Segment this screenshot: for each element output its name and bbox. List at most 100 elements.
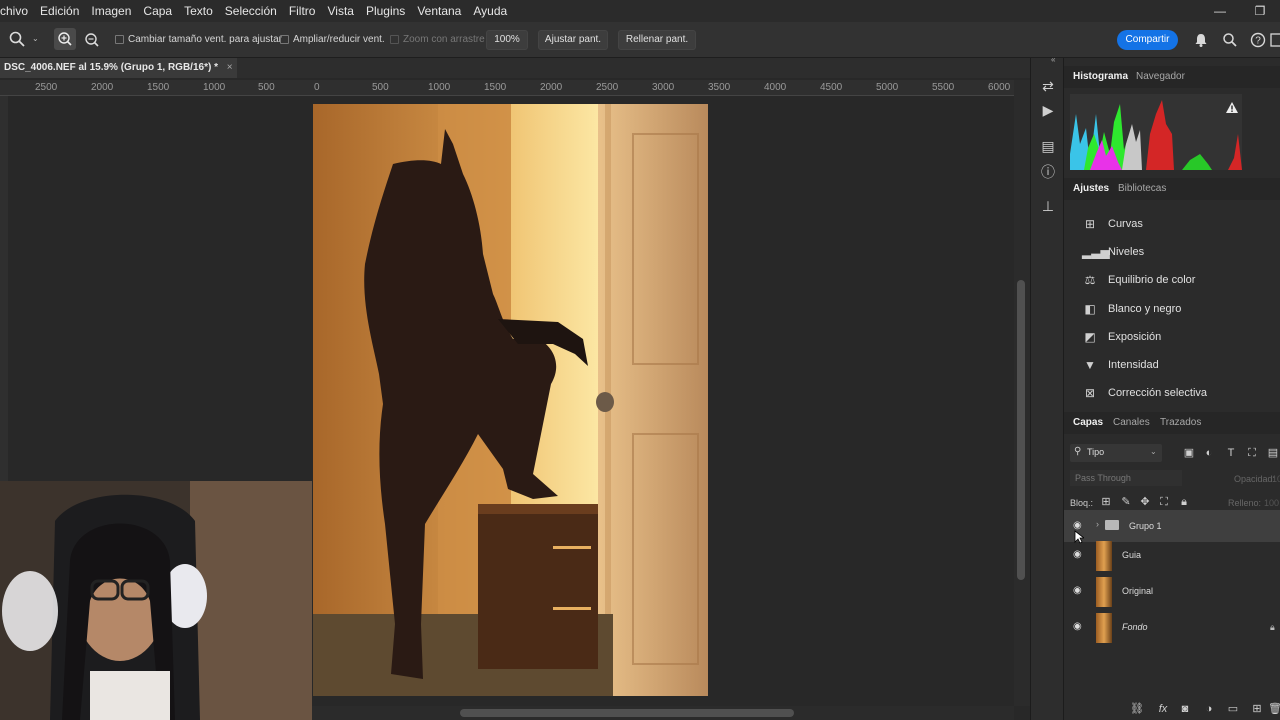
lock-transparency-icon[interactable]: ⊞	[1099, 495, 1113, 509]
document-image[interactable]	[313, 104, 708, 696]
tab-histogram[interactable]: Histograma	[1073, 71, 1128, 82]
adjustment-label: Blanco y negro	[1108, 303, 1182, 315]
zoom-100-button[interactable]: 100%	[486, 30, 528, 50]
adjustment-black-white[interactable]: ◧ Blanco y negro	[1082, 299, 1272, 319]
tab-adjustments[interactable]: Ajustes	[1073, 183, 1109, 194]
stamp-icon[interactable]: ⊥	[1038, 196, 1058, 216]
tab-paths[interactable]: Trazados	[1160, 417, 1201, 428]
layer-filter-select[interactable]: ⚲ Tipo ⌄	[1070, 444, 1162, 462]
resize-windows-checkbox[interactable]	[115, 35, 124, 44]
delete-layer-icon[interactable]: 🗑︎	[1268, 702, 1280, 716]
menu-vista[interactable]: Vista	[321, 4, 359, 18]
blend-mode-select[interactable]: Pass Through	[1070, 470, 1182, 486]
info-icon[interactable]: ⓘ	[1038, 162, 1058, 182]
document-tab[interactable]: DSC_4006.NEF al 15.9% (Grupo 1, RGB/16*)…	[0, 58, 237, 78]
layer-row-guia[interactable]: ◉ Guia	[1064, 539, 1280, 573]
eye-icon[interactable]: ◉	[1073, 622, 1085, 632]
layer-filter-label: Tipo	[1087, 447, 1105, 457]
filter-pixel-icon[interactable]: ▣	[1182, 446, 1196, 460]
menu-imagen[interactable]: Imagen	[85, 4, 137, 18]
menu-filtro[interactable]: Filtro	[283, 4, 322, 18]
layers-tabs: Capas Canales Trazados	[1064, 412, 1280, 434]
exposure-icon: ◩	[1084, 330, 1096, 344]
histogram-graph	[1070, 94, 1242, 170]
share-button[interactable]: Compartir	[1117, 30, 1178, 50]
collapse-panels-icon[interactable]: «	[1051, 55, 1055, 64]
scrubby-zoom-checkbox[interactable]	[390, 35, 399, 44]
chevron-down-icon: ⌄	[1150, 447, 1157, 456]
menu-seleccion[interactable]: Selección	[219, 4, 283, 18]
menu-ayuda[interactable]: Ayuda	[467, 4, 513, 18]
zoom-in-button[interactable]	[54, 28, 76, 50]
horizontal-scrollbar[interactable]	[312, 706, 1014, 720]
filter-adjustment-icon[interactable]: ◐	[1202, 446, 1216, 460]
properties-icon[interactable]: ▤	[1038, 136, 1058, 156]
new-group-icon[interactable]: ▭	[1226, 702, 1240, 716]
photo-content	[313, 104, 708, 696]
adjustment-curves[interactable]: ⊞ Curvas	[1082, 214, 1272, 234]
tab-navigator[interactable]: Navegador	[1136, 71, 1185, 82]
tab-layers[interactable]: Capas	[1073, 417, 1103, 428]
add-mask-icon[interactable]: ◙	[1178, 702, 1192, 716]
horizontal-scroll-thumb[interactable]	[460, 709, 794, 717]
eye-icon[interactable]: ◉	[1073, 586, 1085, 596]
chevron-right-icon[interactable]: ›	[1096, 519, 1099, 529]
ruler-tick-label: 2500	[596, 82, 619, 93]
adjustment-color-balance[interactable]: ⚖ Equilibrio de color	[1082, 270, 1272, 290]
layer-row-grupo-1[interactable]: ◉ › Grupo 1	[1064, 510, 1280, 542]
search-icon[interactable]	[1222, 32, 1238, 48]
lock-position-icon[interactable]: ✥	[1138, 495, 1152, 509]
warning-icon[interactable]	[1226, 102, 1238, 113]
workspace-icon[interactable]	[1270, 32, 1280, 48]
tab-libraries[interactable]: Bibliotecas	[1118, 183, 1166, 194]
zoom-all-windows-checkbox[interactable]	[280, 35, 289, 44]
help-icon[interactable]: ?	[1250, 32, 1266, 48]
adjustment-exposure[interactable]: ◩ Exposición	[1082, 327, 1272, 347]
lock-brush-icon[interactable]: ✎	[1119, 495, 1133, 509]
adjustment-vibrance[interactable]: ▼ Intensidad	[1082, 355, 1272, 375]
menu-capa[interactable]: Capa	[137, 4, 178, 18]
webcam-content	[0, 481, 312, 720]
menu-plugins[interactable]: Plugins	[360, 4, 411, 18]
menu-ventana[interactable]: Ventana	[411, 4, 467, 18]
link-layers-icon[interactable]: ⛓	[1130, 702, 1144, 716]
minimize-button[interactable]: —	[1200, 0, 1240, 22]
layer-row-original[interactable]: ◉ Original	[1064, 575, 1280, 609]
filter-type-icon[interactable]: T	[1224, 446, 1238, 460]
adjustment-levels[interactable]: ▂▃▅ Niveles	[1082, 242, 1272, 262]
fill-screen-button[interactable]: Rellenar pant.	[618, 30, 696, 50]
eye-icon[interactable]: ◉	[1073, 550, 1085, 560]
vertical-scroll-thumb[interactable]	[1017, 280, 1025, 580]
fill-value[interactable]: 100	[1264, 498, 1279, 508]
lock-all-icon[interactable]: 🔒︎	[1177, 495, 1191, 509]
restore-button[interactable]: ❐	[1240, 0, 1280, 22]
fit-screen-button[interactable]: Ajustar pant.	[538, 30, 608, 50]
new-layer-icon[interactable]: ⊞	[1250, 702, 1264, 716]
adjustment-selective-color[interactable]: ⊠ Corrección selectiva	[1082, 383, 1272, 403]
chevron-down-icon[interactable]: ⌄	[32, 34, 39, 43]
folder-icon	[1105, 520, 1119, 530]
fx-icon[interactable]: fx	[1156, 702, 1170, 716]
menu-edicion[interactable]: Edición	[34, 4, 85, 18]
opacity-value[interactable]: 100	[1272, 474, 1280, 484]
close-tab-icon[interactable]: ×	[227, 62, 233, 73]
filter-smart-object-icon[interactable]: ▤	[1266, 446, 1280, 460]
bell-icon[interactable]	[1193, 32, 1209, 48]
zoom-out-icon[interactable]	[81, 29, 103, 51]
menu-archivo[interactable]: chivo	[0, 4, 34, 18]
tab-channels[interactable]: Canales	[1113, 417, 1150, 428]
history-icon[interactable]: ⇄	[1038, 76, 1058, 96]
layer-row-fondo[interactable]: ◉ Fondo 🔒︎	[1064, 611, 1280, 645]
cursor-icon	[1074, 530, 1084, 544]
ruler-tick-label: 500	[258, 82, 275, 93]
lock-artboard-icon[interactable]: ⛶	[1157, 495, 1171, 509]
filter-shape-icon[interactable]: ⛶	[1245, 446, 1259, 460]
play-action-icon[interactable]: ▶	[1038, 100, 1058, 120]
histogram-tabs: Histograma Navegador	[1064, 66, 1280, 88]
zoom-tool-icon[interactable]	[9, 31, 25, 47]
menu-texto[interactable]: Texto	[178, 4, 219, 18]
ruler-tick-label: 2000	[91, 82, 114, 93]
vertical-scrollbar[interactable]	[1014, 80, 1030, 706]
layer-thumbnail	[1096, 541, 1112, 571]
new-adjustment-icon[interactable]: ◑	[1202, 702, 1216, 716]
